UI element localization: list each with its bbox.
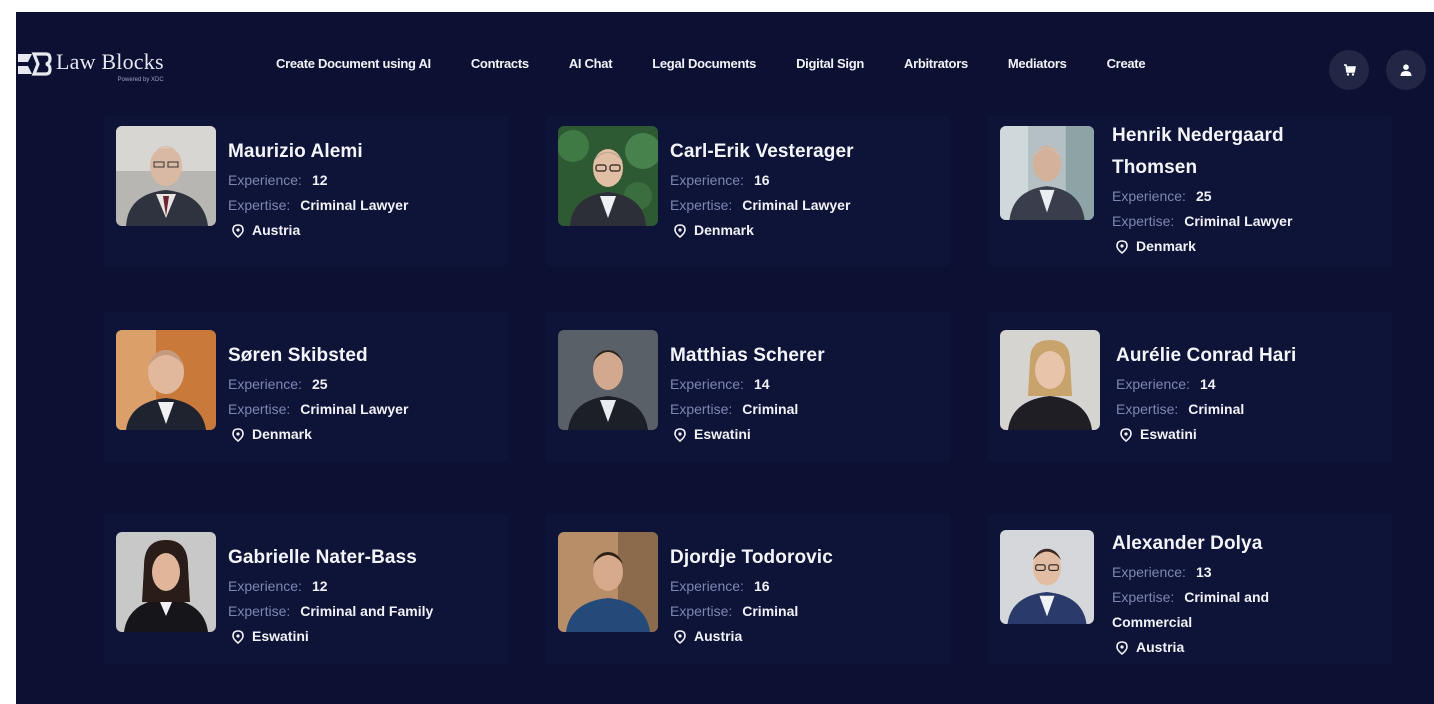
location-pin-icon bbox=[674, 427, 686, 442]
expertise-value: Criminal Lawyer bbox=[300, 401, 409, 417]
expertise-label: Expertise: bbox=[1116, 401, 1179, 417]
location-pin-icon bbox=[232, 629, 244, 644]
navbar: Law Blocks Powered by XDC Create Documen… bbox=[16, 12, 1434, 112]
experience-value: 16 bbox=[753, 578, 770, 594]
experience-label: Experience: bbox=[228, 578, 302, 594]
lawyer-photo bbox=[116, 126, 216, 226]
experience-label: Experience: bbox=[1112, 564, 1186, 580]
location-pin-icon bbox=[1120, 427, 1132, 442]
lawyer-name: Matthias Scherer bbox=[670, 345, 825, 366]
experience-value: 25 bbox=[1195, 188, 1212, 204]
nav-ai-chat[interactable]: AI Chat bbox=[569, 56, 613, 71]
lawyer-photo bbox=[558, 532, 658, 632]
expertise-value: Criminal bbox=[742, 603, 799, 619]
expertise-value: Criminal Lawyer bbox=[1184, 213, 1293, 229]
lawyer-card[interactable]: Carl-Erik Vesterager Experience: 16 Exper… bbox=[546, 116, 950, 266]
lawyer-name: Maurizio Alemi bbox=[228, 141, 363, 162]
expertise-label: Expertise: bbox=[228, 401, 291, 417]
nav-arbitrators[interactable]: Arbitrators bbox=[904, 56, 968, 71]
lawyer-name: Aurélie Conrad Hari bbox=[1116, 345, 1297, 366]
location-value: Austria bbox=[694, 628, 743, 644]
location-value: Denmark bbox=[694, 222, 754, 238]
lawyer-card[interactable]: Henrik Nedergaard Thomsen Experience: 25 … bbox=[988, 116, 1392, 266]
location-value: Eswatini bbox=[252, 628, 309, 644]
expertise-label: Expertise: bbox=[670, 603, 733, 619]
nav-create[interactable]: Create bbox=[1107, 56, 1146, 71]
experience-value: 12 bbox=[311, 172, 328, 188]
expertise-label: Expertise: bbox=[1112, 213, 1175, 229]
lawyer-card[interactable]: Djordje Todorovic Experience: 16 Expertis… bbox=[546, 514, 950, 664]
expertise-value: Criminal bbox=[1188, 401, 1245, 417]
expertise-label: Expertise: bbox=[1112, 589, 1175, 605]
cart-icon bbox=[1344, 64, 1356, 76]
brand-name: Law Blocks bbox=[56, 49, 164, 74]
brand-logo[interactable]: Law Blocks Powered by XDC bbox=[16, 50, 164, 94]
lawyer-name: Gabrielle Nater-Bass bbox=[228, 547, 417, 568]
experience-label: Experience: bbox=[228, 172, 302, 188]
experience-label: Experience: bbox=[670, 578, 744, 594]
lawyer-name: Søren Skibsted bbox=[228, 345, 368, 366]
location-value: Denmark bbox=[1136, 238, 1196, 254]
experience-value: 12 bbox=[311, 578, 328, 594]
lawyer-card[interactable]: Maurizio Alemi Experience: 12 Expertise: C… bbox=[104, 116, 508, 266]
location-value: Eswatini bbox=[694, 426, 751, 442]
lawyer-photo bbox=[1000, 126, 1094, 220]
lawyer-card[interactable]: Søren Skibsted Experience: 25 Expertise: C… bbox=[104, 312, 508, 462]
experience-value: 25 bbox=[311, 376, 328, 392]
experience-label: Experience: bbox=[228, 376, 302, 392]
lawyer-photo bbox=[116, 532, 216, 632]
experience-label: Experience: bbox=[670, 172, 744, 188]
experience-label: Experience: bbox=[670, 376, 744, 392]
location-value: Austria bbox=[1136, 639, 1185, 655]
lawyer-photo bbox=[558, 330, 658, 430]
law-blocks-logo-icon bbox=[16, 50, 52, 78]
expertise-label: Expertise: bbox=[670, 401, 733, 417]
brand-tagline: Powered by XDC bbox=[117, 77, 164, 83]
expertise-value: Criminal Lawyer bbox=[742, 197, 851, 213]
lawyer-name: Carl-Erik Vesterager bbox=[670, 141, 854, 162]
experience-value: 16 bbox=[753, 172, 770, 188]
location-value: Eswatini bbox=[1140, 426, 1197, 442]
location-value: Austria bbox=[252, 222, 301, 238]
location-pin-icon bbox=[232, 427, 244, 442]
experience-value: 13 bbox=[1195, 564, 1212, 580]
lawyer-photo bbox=[116, 330, 216, 430]
lawyer-photo bbox=[1000, 330, 1100, 430]
lawyer-card[interactable]: Matthias Scherer Experience: 14 Expertise… bbox=[546, 312, 950, 462]
cart-button[interactable] bbox=[1329, 50, 1369, 90]
nav-menu: Create Document using AI Contracts AI Ch… bbox=[276, 56, 1146, 71]
nav-contracts[interactable]: Contracts bbox=[471, 56, 529, 71]
user-icon bbox=[1400, 64, 1412, 76]
lawyer-card[interactable]: Gabrielle Nater-Bass Experience: 12 Exper… bbox=[104, 514, 508, 664]
experience-value: 14 bbox=[753, 376, 770, 392]
nav-legal-documents[interactable]: Legal Documents bbox=[652, 56, 756, 71]
expertise-label: Expertise: bbox=[228, 197, 291, 213]
lawyer-card[interactable]: Alexander Dolya Experience: 13 Expertise:… bbox=[988, 514, 1392, 664]
expertise-value: Criminal and Family bbox=[300, 603, 434, 619]
lawyer-name: Djordje Todorovic bbox=[670, 547, 833, 568]
experience-label: Experience: bbox=[1116, 376, 1190, 392]
nav-digital-sign[interactable]: Digital Sign bbox=[796, 56, 864, 71]
user-button[interactable] bbox=[1386, 50, 1426, 90]
expertise-label: Expertise: bbox=[670, 197, 733, 213]
location-pin-icon bbox=[1116, 640, 1128, 655]
app-frame: Law Blocks Powered by XDC Create Documen… bbox=[16, 12, 1434, 704]
nav-create-document-ai[interactable]: Create Document using AI bbox=[276, 56, 431, 71]
lawyer-name: Alexander Dolya bbox=[1112, 533, 1263, 554]
location-pin-icon bbox=[674, 223, 686, 238]
lawyer-photo bbox=[1000, 530, 1094, 624]
experience-label: Experience: bbox=[1112, 188, 1186, 204]
lawyer-name: Henrik Nedergaard Thomsen bbox=[1112, 125, 1284, 178]
experience-value: 14 bbox=[1199, 376, 1216, 392]
lawyer-card[interactable]: Aurélie Conrad Hari Experience: 14 Expert… bbox=[988, 312, 1392, 462]
expertise-value: Criminal bbox=[742, 401, 799, 417]
lawyer-photo bbox=[558, 126, 658, 226]
location-pin-icon bbox=[232, 223, 244, 238]
expertise-value: Criminal Lawyer bbox=[300, 197, 409, 213]
expertise-label: Expertise: bbox=[228, 603, 291, 619]
location-pin-icon bbox=[674, 629, 686, 644]
location-pin-icon bbox=[1116, 239, 1128, 254]
nav-mediators[interactable]: Mediators bbox=[1008, 56, 1067, 71]
location-value: Denmark bbox=[252, 426, 312, 442]
